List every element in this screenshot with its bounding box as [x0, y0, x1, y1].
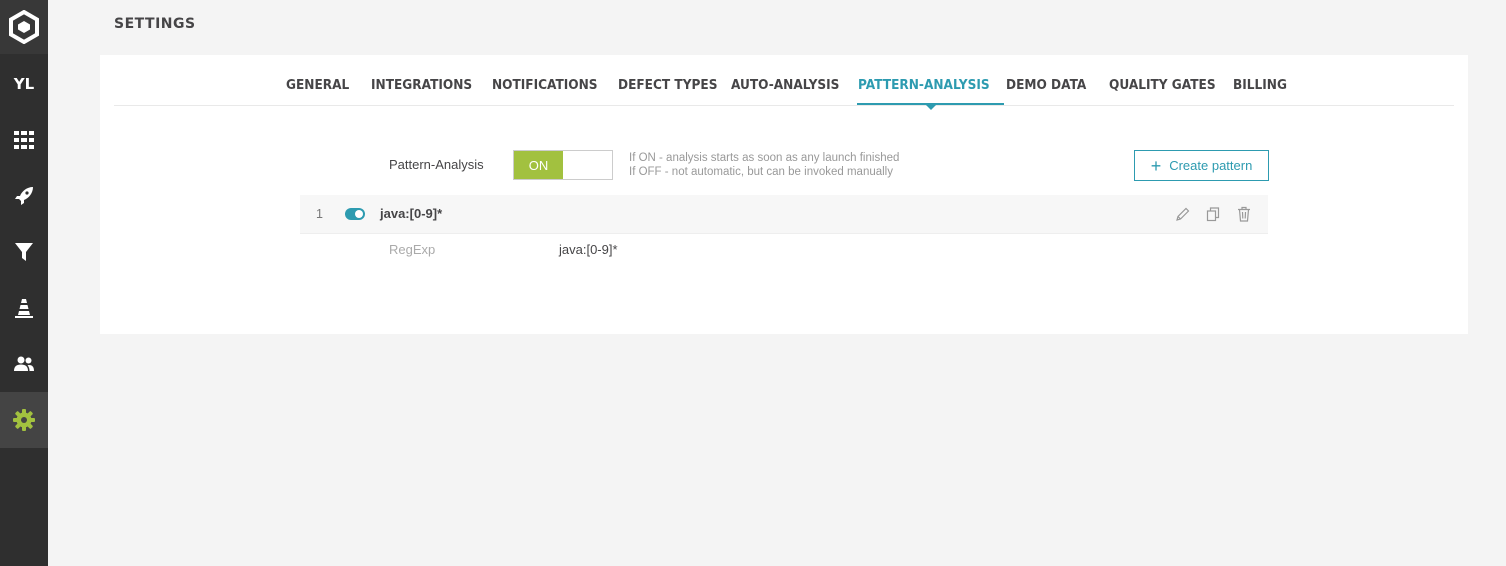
pattern-type-label: RegExp	[389, 242, 436, 257]
pattern-name: java:[0-9]*	[380, 206, 443, 221]
pattern-analysis-label: Pattern-Analysis	[389, 157, 484, 172]
edit-pencil-icon[interactable]	[1175, 206, 1191, 222]
tab-notifications[interactable]: NOTIFICATIONS	[492, 77, 598, 93]
pattern-enabled-toggle[interactable]	[345, 208, 365, 220]
debug-icon	[15, 299, 33, 318]
create-pattern-button[interactable]: + Create pattern	[1134, 150, 1269, 181]
filters-icon	[15, 243, 33, 261]
settings-icon	[13, 409, 35, 431]
pattern-number: 1	[316, 207, 323, 221]
copy-icon[interactable]	[1205, 206, 1221, 222]
settings-tabs: GENERAL INTEGRATIONS NOTIFICATIONS DEFEC…	[114, 55, 1454, 110]
project-selector[interactable]: YL	[0, 56, 48, 112]
create-pattern-label: Create pattern	[1169, 158, 1253, 173]
tab-auto-analysis[interactable]: AUTO-ANALYSIS	[731, 77, 839, 93]
pattern-analysis-hint: If ON - analysis starts as soon as any l…	[629, 151, 899, 179]
logo-icon	[9, 10, 39, 44]
tab-pattern-analysis[interactable]: PATTERN-ANALYSIS	[858, 77, 990, 93]
launches-icon	[15, 187, 33, 205]
tab-demo-data[interactable]: DEMO DATA	[1006, 77, 1086, 93]
sidebar-item-debug[interactable]	[0, 280, 48, 336]
sidebar-item-members[interactable]	[0, 336, 48, 392]
plus-icon: +	[1150, 155, 1162, 176]
sidebar: YL	[0, 0, 48, 566]
dashboard-icon	[14, 131, 34, 149]
tab-integrations[interactable]: INTEGRATIONS	[371, 77, 472, 93]
tab-quality-gates[interactable]: QUALITY GATES	[1109, 77, 1216, 93]
delete-trash-icon[interactable]	[1236, 206, 1252, 222]
members-icon	[14, 356, 34, 371]
pattern-analysis-switch[interactable]: ON	[513, 150, 613, 180]
app-logo[interactable]	[0, 0, 48, 54]
switch-on-state: ON	[514, 151, 563, 179]
sidebar-item-filters[interactable]	[0, 224, 48, 280]
active-tab-caret	[926, 105, 936, 110]
settings-panel: GENERAL INTEGRATIONS NOTIFICATIONS DEFEC…	[100, 55, 1468, 334]
page-title: SETTINGS	[114, 16, 196, 32]
sidebar-item-launches[interactable]	[0, 168, 48, 224]
project-label: YL	[13, 75, 35, 93]
tab-billing[interactable]: BILLING	[1233, 77, 1287, 93]
pattern-row[interactable]: 1 java:[0-9]*	[300, 195, 1268, 234]
sidebar-item-settings[interactable]	[0, 392, 48, 448]
sidebar-item-dashboard[interactable]	[0, 112, 48, 168]
hint-line-on: If ON - analysis starts as soon as any l…	[629, 152, 900, 164]
tab-defect-types[interactable]: DEFECT TYPES	[618, 77, 717, 93]
hint-line-off: If OFF - not automatic, but can be invok…	[629, 166, 893, 178]
tab-general[interactable]: GENERAL	[286, 77, 349, 93]
pattern-value: java:[0-9]*	[559, 242, 618, 257]
